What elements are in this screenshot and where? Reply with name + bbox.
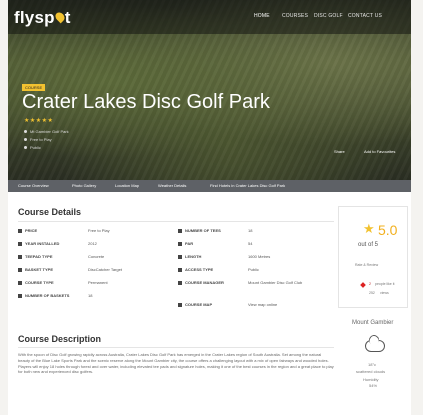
course-badge: COURSE xyxy=(22,84,46,91)
detail-value: 54 xyxy=(248,241,253,246)
weather-city: Mount Gambier xyxy=(352,320,394,326)
detail-label: NUMBER OF TEES xyxy=(178,228,221,233)
ruler-icon xyxy=(178,255,182,259)
gate-icon xyxy=(24,146,27,149)
nav-courses[interactable]: COURSES xyxy=(282,13,308,19)
divider xyxy=(18,347,334,348)
course-description-text: With the spoon of Disc Golf growing rapi… xyxy=(18,352,334,375)
detail-value: DiscCatcher Target xyxy=(88,267,122,272)
detail-label: PAR xyxy=(178,241,193,246)
detail-value: Permanent xyxy=(88,280,108,285)
rating-stars: ★★★★★ xyxy=(24,118,54,124)
detail-value: 18 xyxy=(248,228,253,233)
meta-price: Free to Play xyxy=(24,137,52,142)
map-icon xyxy=(178,303,182,307)
detail-label: COURSE MANAGER xyxy=(178,280,224,285)
weather-temp: 18°c xyxy=(368,362,377,367)
tab-course-overview[interactable]: Course Overview xyxy=(18,183,49,188)
course-description-title: Course Description xyxy=(18,334,102,344)
top-navigation: flysp t HOME COURSES DISC GOLF CONTACT US xyxy=(8,0,411,34)
detail-label: NUMBER OF BASKETS xyxy=(18,293,69,298)
detail-label: TEEPAD TYPE xyxy=(18,254,53,259)
detail-label: COURSE MAP xyxy=(178,302,212,307)
teepad-icon xyxy=(18,255,22,259)
tab-photo-gallery[interactable]: Photo Gallery xyxy=(72,183,96,188)
detail-value: 2012 xyxy=(88,241,97,246)
favourite-button[interactable]: Add to Favourites xyxy=(364,149,395,154)
location-icon xyxy=(24,130,27,133)
star-icon: ★ xyxy=(363,221,375,236)
detail-label: LENGTH xyxy=(178,254,201,259)
basket-icon xyxy=(18,268,22,272)
likes-count: 2 xyxy=(369,282,371,286)
nav-contact-us[interactable]: CONTACT US xyxy=(348,13,382,19)
detail-label: COURSE TYPE xyxy=(18,280,54,285)
page: flysp t HOME COURSES DISC GOLF CONTACT US… xyxy=(8,0,411,415)
tag-icon xyxy=(24,138,27,141)
calendar-icon xyxy=(18,242,22,246)
detail-label: BASKET TYPE xyxy=(18,267,53,272)
nav-disc-golf[interactable]: DISC GOLF xyxy=(314,13,343,19)
divider xyxy=(18,221,334,222)
weather-condition: scattered clouds xyxy=(356,369,386,374)
course-map-link[interactable]: View map online xyxy=(248,302,277,307)
tab-location-map[interactable]: Location Map xyxy=(115,183,139,188)
detail-label: ACCESS TYPE xyxy=(178,267,213,272)
course-details-title: Course Details xyxy=(18,207,82,217)
tab-find-hotels[interactable]: Find Hotels in Crater Lakes Disc Golf Pa… xyxy=(210,183,285,188)
humidity-value: 54% xyxy=(369,383,378,388)
detail-value: Free to Play xyxy=(88,228,110,233)
price-icon xyxy=(18,229,22,233)
meta-location: Mt Gambier Golf Park xyxy=(24,129,69,134)
course-type-icon xyxy=(18,281,22,285)
tab-weather-details[interactable]: Weather Details xyxy=(158,183,186,188)
flag-icon xyxy=(178,242,182,246)
detail-label: PRICE xyxy=(18,228,37,233)
detail-value: Concrete xyxy=(88,254,105,259)
tees-icon xyxy=(178,229,182,233)
logo[interactable]: flysp t xyxy=(14,8,71,28)
rating-score: 5.0 xyxy=(378,222,398,238)
share-button[interactable]: Share xyxy=(334,149,345,154)
meta-access: Public xyxy=(24,145,41,150)
detail-value: Mount Gambier Disc Golf Club xyxy=(248,280,303,285)
views-count: 252 xyxy=(369,291,375,295)
tab-bar: Course Overview Photo Gallery Location M… xyxy=(8,180,411,192)
views-label: views xyxy=(380,291,389,295)
manager-icon xyxy=(178,281,182,285)
access-icon xyxy=(178,268,182,272)
detail-value: 1600 Metres xyxy=(248,254,271,259)
page-title: Crater Lakes Disc Golf Park xyxy=(22,91,270,113)
detail-label: YEAR INSTALLED xyxy=(18,241,59,246)
cloud-icon xyxy=(365,340,385,352)
likes-label: people like it xyxy=(375,282,395,286)
detail-value: 18 xyxy=(88,293,93,298)
baskets-icon xyxy=(18,294,22,298)
rating-out-of: out of 5 xyxy=(358,242,379,248)
rate-review-link[interactable]: Rate & Review xyxy=(355,263,378,267)
nav-home[interactable]: HOME xyxy=(254,13,270,19)
humidity-label: Humidity xyxy=(363,377,379,382)
detail-value: Public xyxy=(248,267,259,272)
